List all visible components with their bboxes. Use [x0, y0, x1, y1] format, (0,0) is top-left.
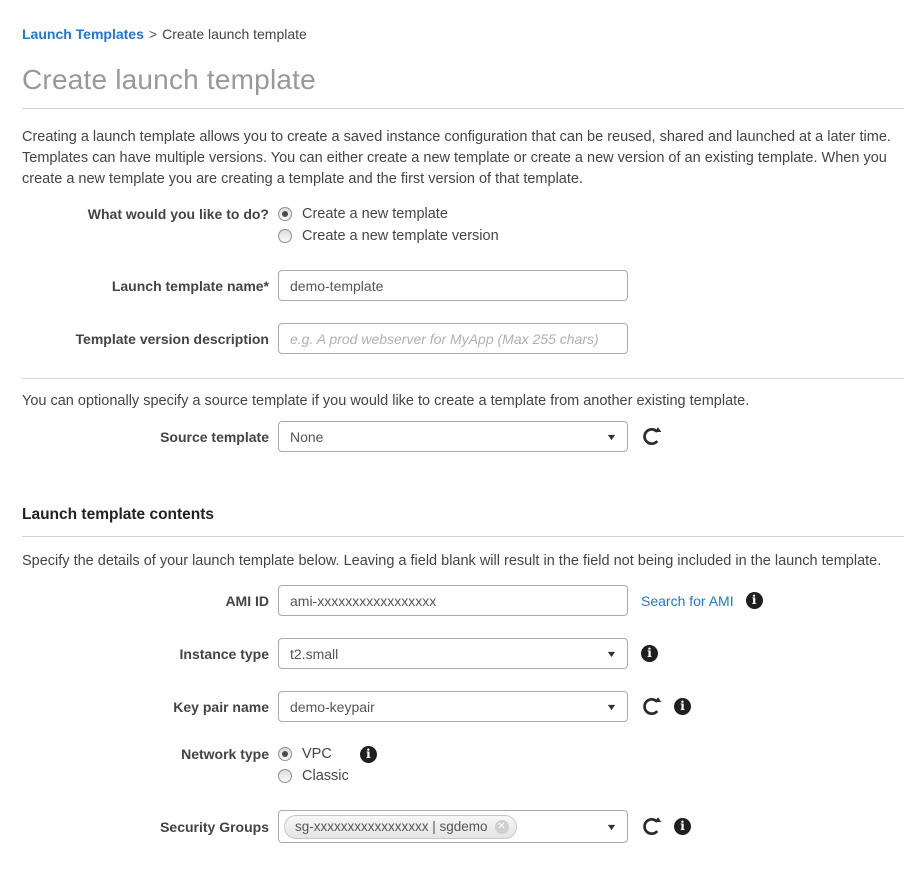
search-for-ami-link[interactable]: Search for AMI	[641, 593, 734, 609]
breadcrumb-current: Create launch template	[162, 26, 307, 42]
radio-button-icon[interactable]	[278, 769, 292, 783]
security-group-tag: sg-xxxxxxxxxxxxxxxxx | sgdemo ✕	[284, 815, 517, 839]
key-pair-selected-value: demo-keypair	[290, 699, 375, 715]
radio-label[interactable]: VPC	[302, 746, 332, 762]
caret-down-icon: ▼	[605, 649, 617, 659]
close-icon[interactable]: ✕	[495, 820, 509, 834]
info-icon[interactable]: i	[641, 645, 658, 662]
radio-label[interactable]: Classic	[302, 768, 349, 784]
source-template-note: You can optionally specify a source temp…	[22, 393, 900, 409]
contents-heading: Launch template contents	[22, 506, 900, 524]
ami-id-label: AMI ID	[22, 592, 278, 610]
security-group-tag-text: sg-xxxxxxxxxxxxxxxxx | sgdemo	[295, 819, 488, 834]
radio-create-new-template-version[interactable]: Create a new template version	[278, 226, 499, 246]
info-icon[interactable]: i	[360, 746, 377, 763]
radio-classic[interactable]: Classic	[278, 766, 377, 786]
network-type-label: Network type	[22, 744, 278, 763]
network-type-row: Network type VPC i Classic	[22, 744, 900, 786]
security-groups-select[interactable]: sg-xxxxxxxxxxxxxxxxx | sgdemo ✕ ▼	[278, 810, 628, 843]
template-name-input[interactable]	[278, 270, 628, 301]
radio-button-icon[interactable]	[278, 207, 292, 221]
radio-create-new-template[interactable]: Create a new template	[278, 204, 499, 224]
caret-down-icon: ▼	[605, 702, 617, 712]
breadcrumb-link-launch-templates[interactable]: Launch Templates	[22, 26, 144, 42]
caret-down-icon: ▼	[605, 822, 617, 832]
breadcrumb: Launch Templates > Create launch template	[22, 26, 900, 42]
action-choice-radio-group: Create a new template Create a new templ…	[278, 204, 499, 246]
refresh-icon[interactable]	[641, 426, 662, 447]
version-description-input[interactable]	[278, 323, 628, 354]
radio-label[interactable]: Create a new template	[302, 206, 448, 222]
instance-type-select[interactable]: t2.small ▼	[278, 638, 628, 669]
caret-down-icon: ▼	[605, 432, 617, 442]
source-template-select[interactable]: None ▼	[278, 421, 628, 452]
template-name-row: Launch template name*	[22, 270, 900, 301]
source-template-selected-value: None	[290, 429, 323, 445]
security-groups-row: Security Groups sg-xxxxxxxxxxxxxxxxx | s…	[22, 810, 900, 843]
version-description-label: Template version description	[22, 330, 278, 348]
contents-note: Specify the details of your launch templ…	[22, 553, 900, 569]
title-divider	[22, 108, 904, 109]
ami-id-row: AMI ID Search for AMI i	[22, 585, 900, 616]
source-template-label: Source template	[22, 428, 278, 446]
version-description-row: Template version description	[22, 323, 900, 354]
refresh-icon[interactable]	[641, 696, 662, 717]
create-launch-template-page: Launch Templates>Create launch template …	[0, 0, 904, 873]
info-icon[interactable]: i	[674, 818, 691, 835]
intro-text: Creating a launch template allows you to…	[22, 127, 900, 190]
section-divider	[22, 378, 904, 379]
key-pair-row: Key pair name demo-keypair ▼ i	[22, 691, 900, 722]
security-groups-label: Security Groups	[22, 818, 278, 836]
key-pair-label: Key pair name	[22, 698, 278, 716]
contents-divider	[22, 536, 904, 537]
refresh-icon[interactable]	[641, 816, 662, 837]
key-pair-select[interactable]: demo-keypair ▼	[278, 691, 628, 722]
radio-button-icon[interactable]	[278, 229, 292, 243]
radio-button-icon[interactable]	[278, 747, 292, 761]
ami-id-input[interactable]	[278, 585, 628, 616]
source-template-row: Source template None ▼	[22, 421, 900, 452]
action-choice-row: What would you like to do? Create a new …	[22, 204, 900, 246]
breadcrumb-separator: >	[149, 26, 157, 42]
radio-label[interactable]: Create a new template version	[302, 228, 499, 244]
network-type-radio-group: VPC i Classic	[278, 744, 377, 786]
template-name-label: Launch template name*	[22, 277, 278, 295]
radio-vpc[interactable]: VPC i	[278, 744, 377, 764]
instance-type-label: Instance type	[22, 645, 278, 663]
page-title: Create launch template	[22, 64, 900, 96]
info-icon[interactable]: i	[674, 698, 691, 715]
instance-type-selected-value: t2.small	[290, 646, 338, 662]
action-choice-label: What would you like to do?	[22, 204, 278, 223]
instance-type-row: Instance type t2.small ▼ i	[22, 638, 900, 669]
info-icon[interactable]: i	[746, 592, 763, 609]
